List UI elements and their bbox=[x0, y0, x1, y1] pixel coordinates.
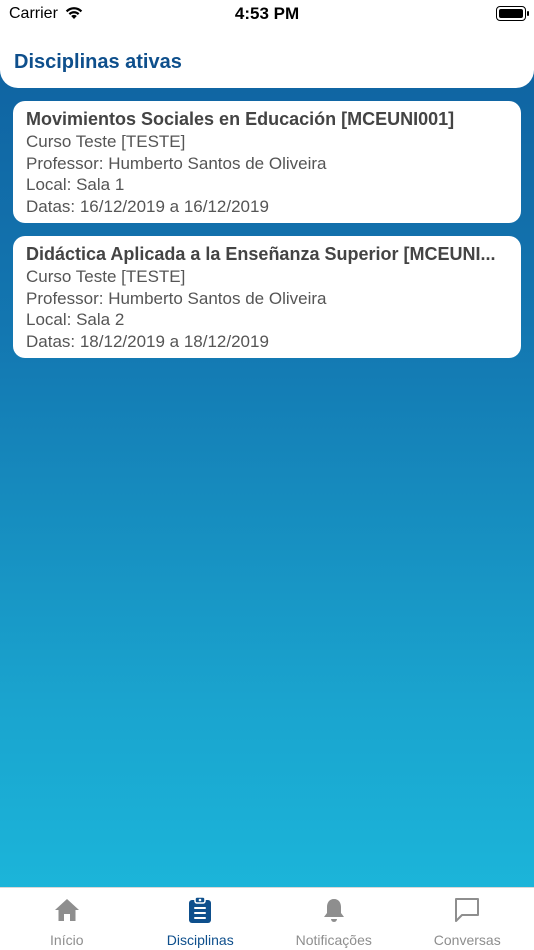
course-title: Didáctica Aplicada a la Enseñanza Superi… bbox=[26, 244, 496, 264]
tab-conversas[interactable]: Conversas bbox=[401, 888, 534, 950]
tab-label: Conversas bbox=[433, 932, 501, 948]
course-local: Local: Sala 2 bbox=[26, 310, 125, 329]
course-title: Movimientos Sociales en Educación [MCEUN… bbox=[26, 109, 455, 129]
tab-notificacoes[interactable]: Notificações bbox=[267, 888, 401, 950]
course-professor: Professor: Humberto Santos de Oliveira bbox=[26, 153, 327, 173]
clipboard-icon bbox=[186, 896, 214, 924]
tab-disciplinas[interactable]: Disciplinas bbox=[134, 888, 268, 950]
tab-bar: Início Disciplinas Notificações Conversa… bbox=[0, 887, 534, 950]
status-time: 4:53 PM bbox=[234, 4, 300, 23]
course-curso: Curso Teste [TESTE] bbox=[26, 267, 186, 286]
tab-label: Início bbox=[50, 932, 84, 948]
course-card[interactable]: Movimientos Sociales en Educación [MCEUN… bbox=[13, 101, 521, 223]
home-icon bbox=[53, 896, 81, 924]
status-bar: Carrier 4:53 PM bbox=[0, 0, 534, 30]
tab-label: Notificações bbox=[295, 932, 372, 948]
course-list: Movimientos Sociales en Educación [MCEUN… bbox=[13, 101, 521, 371]
chat-icon bbox=[453, 896, 481, 924]
course-curso: Curso Teste [TESTE] bbox=[26, 132, 186, 151]
header: Disciplinas ativas bbox=[0, 30, 534, 88]
tab-label: Disciplinas bbox=[166, 932, 234, 948]
course-datas: Datas: 16/12/2019 a 16/12/2019 bbox=[26, 196, 269, 216]
course-card[interactable]: Didáctica Aplicada a la Enseñanza Superi… bbox=[13, 236, 521, 358]
bell-icon bbox=[320, 896, 348, 924]
course-professor: Professor: Humberto Santos de Oliveira bbox=[26, 288, 327, 308]
tab-inicio[interactable]: Início bbox=[0, 888, 134, 950]
battery-icon bbox=[496, 6, 529, 21]
page-title: Disciplinas ativas bbox=[14, 51, 182, 73]
course-datas: Datas: 18/12/2019 a 18/12/2019 bbox=[26, 331, 269, 351]
course-local: Local: Sala 1 bbox=[26, 175, 125, 194]
